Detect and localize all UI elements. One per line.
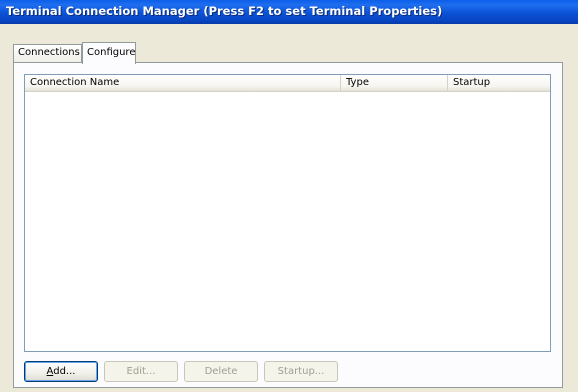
connections-list[interactable]: Connection Name Type Startup — [24, 74, 551, 352]
column-header-connection-name[interactable]: Connection Name — [25, 75, 341, 91]
column-header-type[interactable]: Type — [341, 75, 448, 91]
edit-button[interactable]: Edit... — [104, 361, 178, 382]
terminal-connection-manager-window: Terminal Connection Manager (Press F2 to… — [0, 0, 578, 392]
add-button[interactable]: Add... — [24, 361, 98, 382]
window-title: Terminal Connection Manager (Press F2 to… — [6, 4, 443, 18]
title-bar[interactable]: Terminal Connection Manager (Press F2 to… — [0, 0, 578, 24]
add-button-label: dd... — [53, 366, 76, 377]
startup-button[interactable]: Startup... — [264, 361, 338, 382]
tab-configure[interactable]: Configure — [82, 42, 136, 64]
delete-button[interactable]: Delete — [184, 361, 258, 382]
configure-tab-panel: Connection Name Type Startup Add... Edit… — [13, 62, 563, 388]
list-header: Connection Name Type Startup — [25, 75, 550, 92]
tab-connections[interactable]: Connections — [13, 44, 82, 62]
column-header-startup[interactable]: Startup — [448, 75, 550, 91]
